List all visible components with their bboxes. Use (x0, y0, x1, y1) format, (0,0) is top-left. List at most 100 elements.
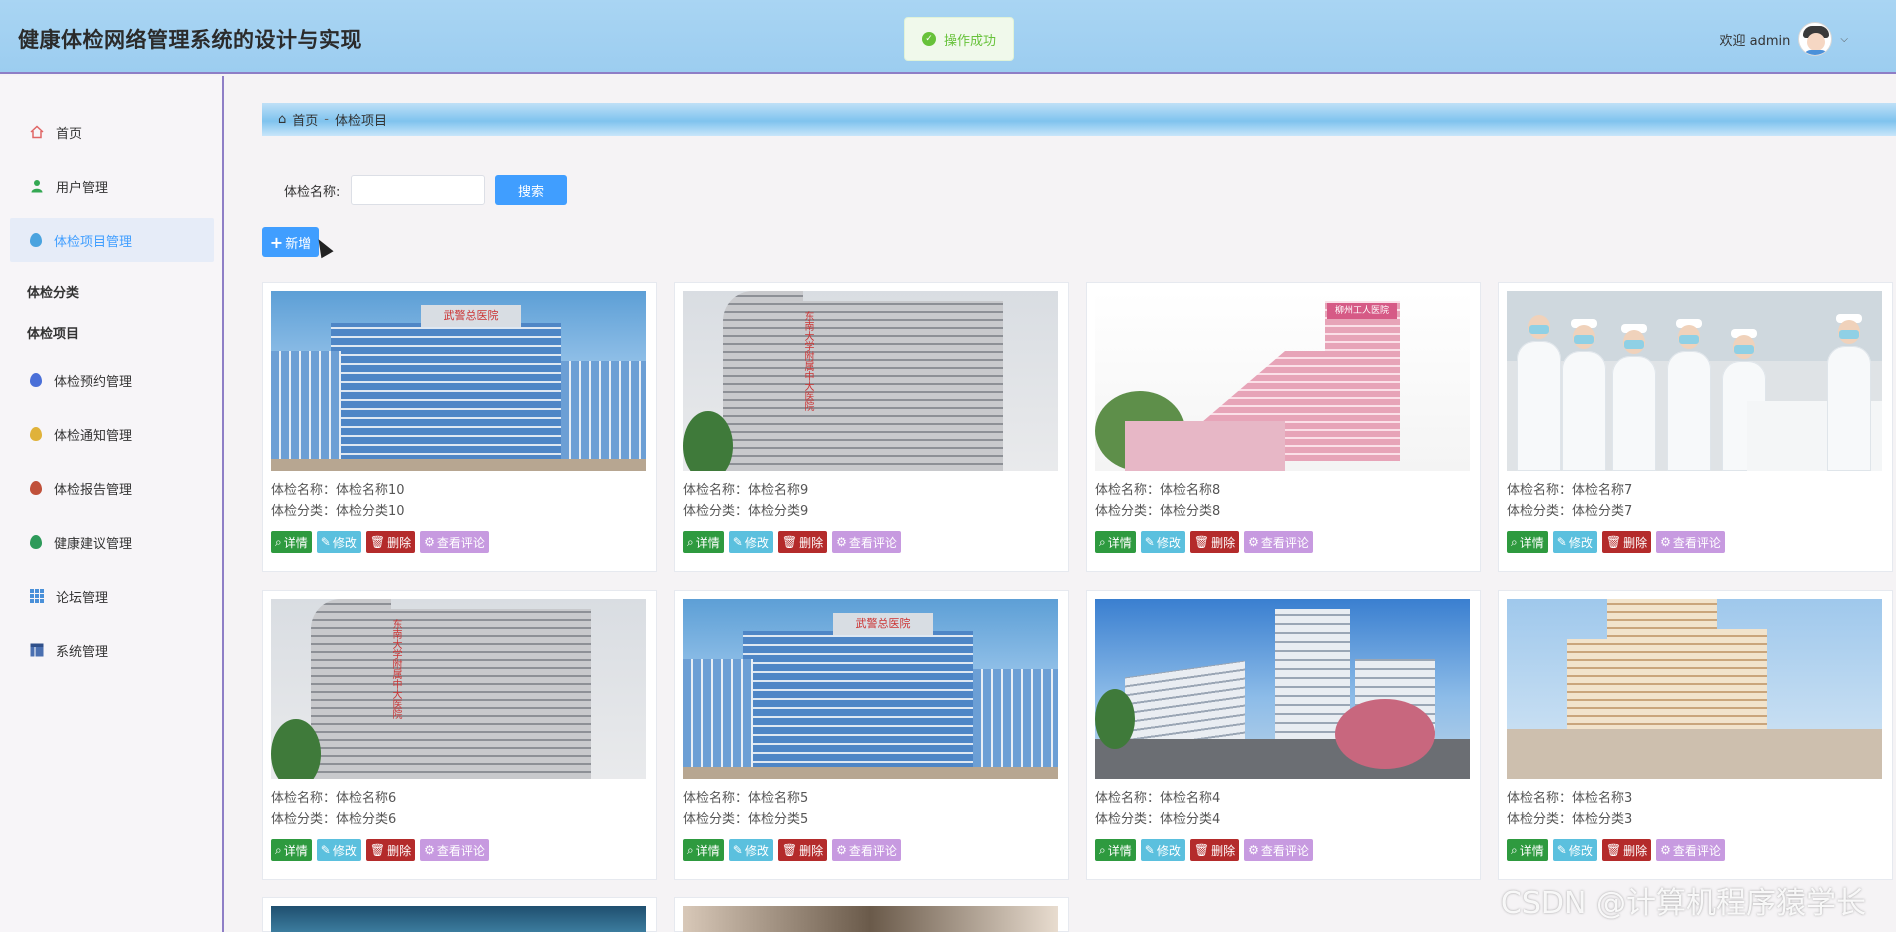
search-icon: ⌕ (1099, 842, 1106, 857)
edit-button[interactable]: ✎ 修改 (1140, 531, 1185, 553)
app-title: 健康体检网络管理系统的设计与实现 (18, 28, 362, 52)
sidebar-item-label: 体检通知管理 (54, 428, 133, 444)
hospital-image[interactable]: 武警总医院 (683, 599, 1058, 779)
exam-name: 体检名称4 (1160, 791, 1221, 806)
hospital-image[interactable]: 东南大学附属中大医院 (271, 599, 646, 779)
name-label: 体检名称： (1507, 791, 1573, 806)
hospital-image[interactable] (1507, 599, 1882, 779)
category-label: 体检分类： (271, 812, 337, 827)
avatar[interactable] (1798, 22, 1833, 56)
breadcrumb-separator: - (324, 112, 329, 127)
category-label: 体检分类： (1095, 812, 1161, 827)
sidebar-subitem-category[interactable]: 体检分类 (27, 282, 79, 301)
user-menu[interactable]: 欢迎 admin ⌵ (1720, 22, 1848, 56)
detail-button[interactable]: ⌕ 详情 (1507, 531, 1548, 553)
view-comments-button[interactable]: ⚙ 查看评论 (1244, 839, 1313, 861)
hospital-image[interactable]: 东南大学附属中大医院 (683, 291, 1058, 471)
sidebar-item-label: 系统管理 (56, 644, 109, 660)
exam-card: 武警总医院 体检名称：体检名称10 体检分类：体检分类10 ⌕ 详情 ✎ 修改 🗑 删… (262, 282, 657, 572)
detail-button[interactable]: ⌕ 详情 (271, 531, 312, 553)
sidebar-item-reports[interactable]: 体检报告管理 (10, 466, 214, 510)
sidebar-item-home[interactable]: 首页 (10, 110, 214, 154)
exam-category: 体检分类9 (748, 504, 809, 519)
sidebar-item-users[interactable]: 用户管理 (10, 164, 214, 208)
detail-button[interactable]: ⌕ 详情 (1095, 839, 1136, 861)
edit-button[interactable]: ✎ 修改 (728, 531, 773, 553)
category-label: 体检分类： (683, 812, 749, 827)
detail-button[interactable]: ⌕ 详情 (683, 839, 724, 861)
edit-button[interactable]: ✎ 修改 (1552, 839, 1597, 861)
detail-button[interactable]: ⌕ 详情 (683, 531, 724, 553)
name-label: 体检名称： (1095, 483, 1161, 498)
gear-icon: ⚙ (424, 535, 435, 549)
detail-button[interactable]: ⌕ 详情 (1507, 839, 1548, 861)
gear-icon: ⚙ (836, 843, 847, 857)
exam-category: 体检分类3 (1572, 812, 1633, 827)
search-icon: ⌕ (687, 842, 694, 857)
exam-card (262, 897, 657, 932)
view-comments-button[interactable]: ⚙ 查看评论 (420, 839, 489, 861)
hospital-image[interactable]: 柳州工人医院 (1095, 291, 1470, 471)
sidebar-item-system[interactable]: 系统管理 (10, 628, 214, 672)
breadcrumb-home[interactable]: 首页 (292, 110, 318, 129)
delete-button[interactable]: 🗑 删除 (777, 531, 828, 553)
hospital-image[interactable] (1095, 599, 1470, 779)
edit-button[interactable]: ✎ 修改 (1552, 531, 1597, 553)
ward-image[interactable] (1507, 291, 1882, 471)
add-button[interactable]: + 新增 (262, 227, 319, 257)
sidebar-item-advice[interactable]: 健康建议管理 (10, 520, 214, 564)
view-comments-button[interactable]: ⚙ 查看评论 (832, 531, 901, 553)
sidebar-item-label: 健康建议管理 (54, 536, 133, 552)
view-comments-button[interactable]: ⚙ 查看评论 (1244, 531, 1313, 553)
gear-icon: ⚙ (1660, 843, 1671, 857)
delete-button[interactable]: 🗑 删除 (365, 531, 416, 553)
gear-icon: ⚙ (424, 843, 435, 857)
success-toast: ✓ 操作成功 (904, 17, 1014, 61)
chevron-down-icon[interactable]: ⌵ (1840, 34, 1848, 45)
view-comments-button[interactable]: ⚙ 查看评论 (832, 839, 901, 861)
exam-card: 东南大学附属中大医院 体检名称：体检名称6 体检分类：体检分类6 ⌕ 详情 ✎ 修改… (262, 590, 657, 880)
edit-button[interactable]: ✎ 修改 (316, 839, 361, 861)
hospital-image[interactable] (683, 906, 1058, 932)
search-button[interactable]: 搜索 (495, 175, 567, 205)
sidebar-item-appointments[interactable]: 体检预约管理 (10, 358, 214, 402)
detail-button[interactable]: ⌕ 详情 (271, 839, 312, 861)
exam-card: 东南大学附属中大医院 体检名称：体检名称9 体检分类：体检分类9 ⌕ 详情 ✎ 修改… (674, 282, 1069, 572)
top-header: 健康体检网络管理系统的设计与实现 ✓ 操作成功 欢迎 admin ⌵ (0, 0, 1896, 74)
search-icon: ⌕ (275, 534, 282, 549)
name-label: 体检名称： (1507, 483, 1573, 498)
trash-icon: 🗑 (1193, 535, 1210, 549)
edit-button[interactable]: ✎ 修改 (728, 839, 773, 861)
plus-icon: + (269, 232, 284, 252)
home-icon[interactable]: ⌂ (278, 112, 286, 127)
sidebar-item-forum[interactable]: 论坛管理 (10, 574, 214, 618)
name-label: 体检名称： (271, 483, 337, 498)
breadcrumb: ⌂ 首页 - 体检项目 (262, 103, 1896, 136)
search-input[interactable] (351, 175, 485, 205)
exam-name: 体检名称10 (336, 483, 405, 498)
sidebar-item-label: 用户管理 (56, 180, 109, 196)
sidebar-item-notices[interactable]: 体检通知管理 (10, 412, 214, 456)
edit-button[interactable]: ✎ 修改 (1140, 839, 1185, 861)
exam-card (674, 897, 1069, 932)
trash-icon: 🗑 (781, 535, 798, 549)
table-icon (30, 643, 44, 657)
delete-button[interactable]: 🗑 删除 (1189, 531, 1240, 553)
delete-button[interactable]: 🗑 删除 (365, 839, 416, 861)
sidebar-subitem-project[interactable]: 体检项目 (27, 323, 79, 342)
detail-button[interactable]: ⌕ 详情 (1095, 531, 1136, 553)
delete-button[interactable]: 🗑 删除 (1601, 531, 1652, 553)
view-comments-button[interactable]: ⚙ 查看评论 (1656, 839, 1725, 861)
edit-icon: ✎ (1144, 843, 1155, 857)
delete-button[interactable]: 🗑 删除 (777, 839, 828, 861)
gear-icon: ⚙ (1248, 535, 1259, 549)
delete-button[interactable]: 🗑 删除 (1189, 839, 1240, 861)
hospital-image[interactable]: 武警总医院 (271, 291, 646, 471)
check-circle-icon: ✓ (921, 32, 936, 46)
view-comments-button[interactable]: ⚙ 查看评论 (1656, 531, 1725, 553)
delete-button[interactable]: 🗑 删除 (1601, 839, 1652, 861)
view-comments-button[interactable]: ⚙ 查看评论 (420, 531, 489, 553)
hospital-image[interactable] (271, 906, 646, 932)
sidebar-item-exam-projects[interactable]: 体检项目管理 (10, 218, 214, 262)
edit-button[interactable]: ✎ 修改 (316, 531, 361, 553)
